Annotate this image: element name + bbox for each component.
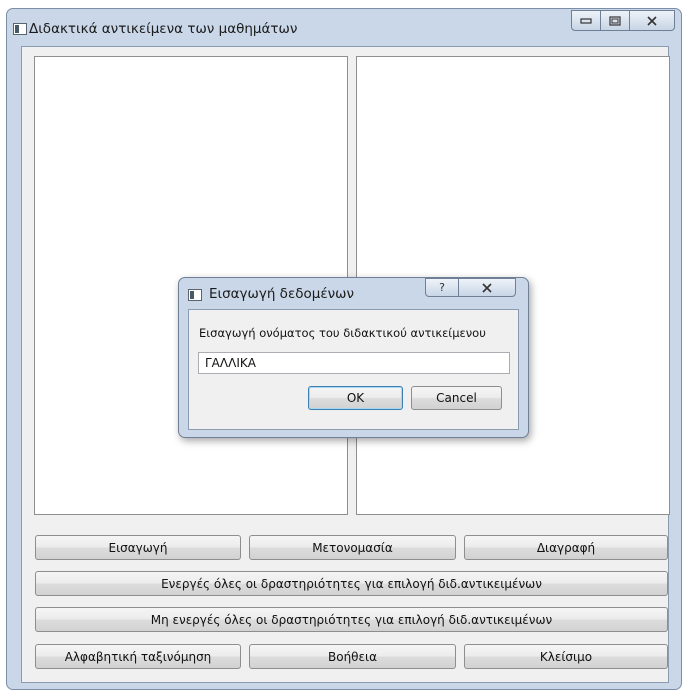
window-caption-buttons (571, 10, 675, 32)
maximize-icon (609, 15, 621, 26)
cancel-button[interactable]: Cancel (411, 386, 502, 410)
close-icon (647, 15, 657, 26)
close-icon (482, 282, 492, 293)
sort-button[interactable]: Αλφαβητική ταξινόμηση (35, 644, 241, 669)
close-window-button[interactable]: Κλείσιμο (464, 644, 668, 669)
app-icon (13, 23, 27, 35)
dialog-title: Εισαγωγή δεδομένων (209, 286, 355, 302)
disable-all-button[interactable]: Μη ενεργές όλες οι δραστηριότητες για επ… (35, 607, 668, 632)
dialog-prompt-label: Εισαγωγή ονόματος του διδακτικού αντικεί… (199, 326, 486, 340)
enable-all-button[interactable]: Ενεργές όλες οι δραστηριότητες για επιλο… (35, 571, 668, 596)
delete-button[interactable]: Διαγραφή (464, 535, 668, 560)
minimize-icon (580, 17, 592, 24)
minimize-button[interactable] (571, 10, 601, 31)
help-button[interactable]: Βοήθεια (249, 644, 456, 669)
window-title: Διδακτικά αντικείμενα των μαθημάτων (29, 21, 298, 37)
dialog-client-area: Εισαγωγή ονόματος του διδακτικού αντικεί… (188, 309, 519, 430)
dialog-app-icon (188, 289, 202, 301)
dialog-caption-buttons: ? (425, 278, 516, 297)
dialog-help-button[interactable]: ? (425, 278, 459, 297)
close-button[interactable] (629, 10, 675, 31)
question-icon: ? (439, 281, 445, 294)
ok-button[interactable]: OK (308, 386, 403, 410)
rename-button[interactable]: Μετονομασία (249, 535, 456, 560)
dialog-close-button[interactable] (458, 278, 516, 297)
input-dialog: Εισαγωγή δεδομένων ? Εισαγωγή ονόματος τ… (178, 277, 529, 438)
maximize-button[interactable] (600, 10, 630, 31)
name-input[interactable] (198, 352, 510, 374)
insert-button[interactable]: Εισαγωγή (35, 535, 241, 560)
